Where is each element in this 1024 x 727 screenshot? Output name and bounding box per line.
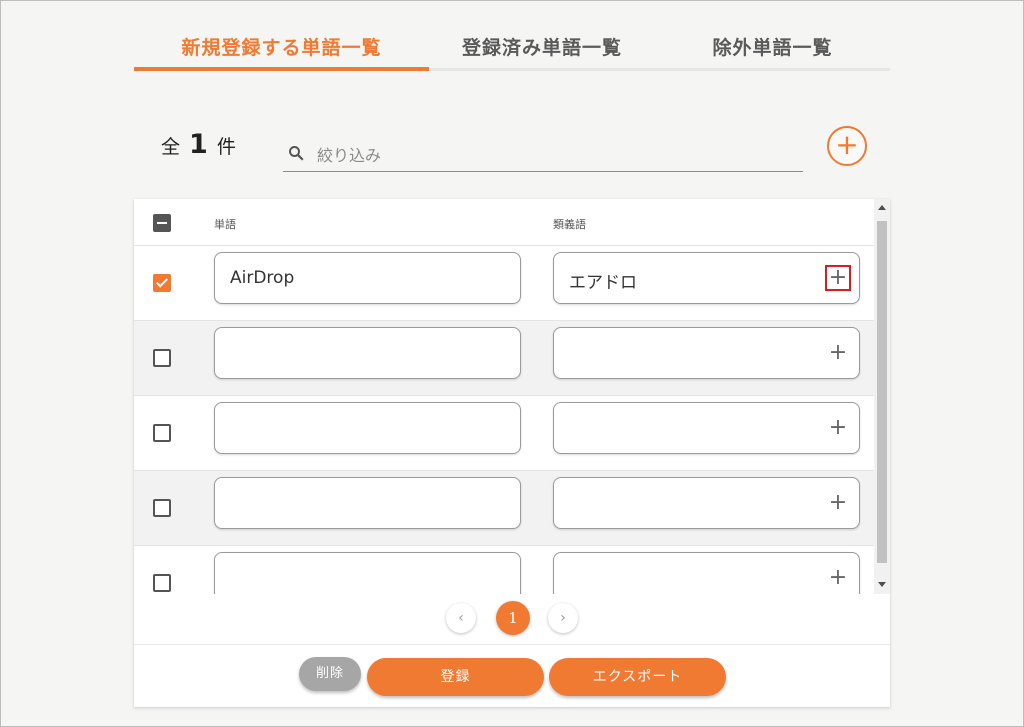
tab-registered-words[interactable]: 登録済み単語一覧 xyxy=(429,21,655,68)
header-word: 単語 xyxy=(214,218,236,231)
select-all-checkbox[interactable] xyxy=(153,214,171,232)
add-word-button[interactable]: + xyxy=(827,126,867,166)
delete-button[interactable]: 削除 xyxy=(299,657,361,691)
word-input[interactable] xyxy=(214,552,521,594)
plus-icon: + xyxy=(835,128,859,161)
table-row: + xyxy=(134,321,874,396)
add-synonym-button[interactable]: + xyxy=(825,490,851,516)
count-suffix: 件 xyxy=(216,136,236,158)
synonym-input[interactable]: + xyxy=(553,477,860,529)
scroll-up-icon[interactable] xyxy=(878,205,886,210)
synonym-input[interactable]: + xyxy=(553,327,860,379)
row-checkbox[interactable] xyxy=(153,274,171,292)
next-page-button[interactable]: › xyxy=(548,603,578,633)
table-row: + xyxy=(134,471,874,546)
table-row: + xyxy=(134,396,874,471)
tab-new-words[interactable]: 新規登録する単語一覧 xyxy=(134,21,429,71)
word-input[interactable] xyxy=(214,477,521,529)
count-prefix: 全 xyxy=(161,136,181,158)
add-synonym-button[interactable]: + xyxy=(825,265,851,291)
scroll-down-icon[interactable] xyxy=(878,582,886,587)
register-button[interactable]: 登録 xyxy=(367,658,544,696)
synonym-input[interactable]: エアドロ + xyxy=(553,252,860,304)
search-input[interactable] xyxy=(315,144,779,166)
add-synonym-button[interactable]: + xyxy=(825,415,851,441)
table-scrollbar[interactable] xyxy=(874,199,890,594)
table-body: AirDrop エアドロ + + + + + xyxy=(134,246,874,594)
search-bar xyxy=(283,139,803,172)
table-row: AirDrop エアドロ + xyxy=(134,246,874,321)
scrollbar-thumb[interactable] xyxy=(877,221,887,563)
count-value: 1 xyxy=(189,129,208,160)
word-input[interactable] xyxy=(214,402,521,454)
synonym-input[interactable]: + xyxy=(553,402,860,454)
word-table-card: 単語 類義語 AirDrop エアドロ + + + + + ‹ 1 › 削除 登… xyxy=(134,199,890,707)
pagination: ‹ 1 › xyxy=(134,594,890,645)
row-checkbox[interactable] xyxy=(153,349,171,367)
row-checkbox[interactable] xyxy=(153,574,171,592)
add-synonym-button[interactable]: + xyxy=(825,565,851,591)
export-button[interactable]: エクスポート xyxy=(549,658,726,696)
prev-page-button[interactable]: ‹ xyxy=(446,603,476,633)
header-synonym: 類義語 xyxy=(553,218,586,231)
tab-excluded-words[interactable]: 除外単語一覧 xyxy=(655,21,890,68)
item-count: 全 1 件 xyxy=(161,129,236,160)
add-synonym-button[interactable]: + xyxy=(825,340,851,366)
table-row: + xyxy=(134,546,874,594)
synonym-input[interactable]: + xyxy=(553,552,860,594)
word-input[interactable]: AirDrop xyxy=(214,252,521,304)
row-checkbox[interactable] xyxy=(153,424,171,442)
word-input[interactable] xyxy=(214,327,521,379)
tab-bar: 新規登録する単語一覧 登録済み単語一覧 除外単語一覧 xyxy=(134,21,890,71)
row-checkbox[interactable] xyxy=(153,499,171,517)
current-page[interactable]: 1 xyxy=(496,601,530,635)
search-icon xyxy=(283,144,305,166)
table-header: 単語 類義語 xyxy=(134,199,874,246)
